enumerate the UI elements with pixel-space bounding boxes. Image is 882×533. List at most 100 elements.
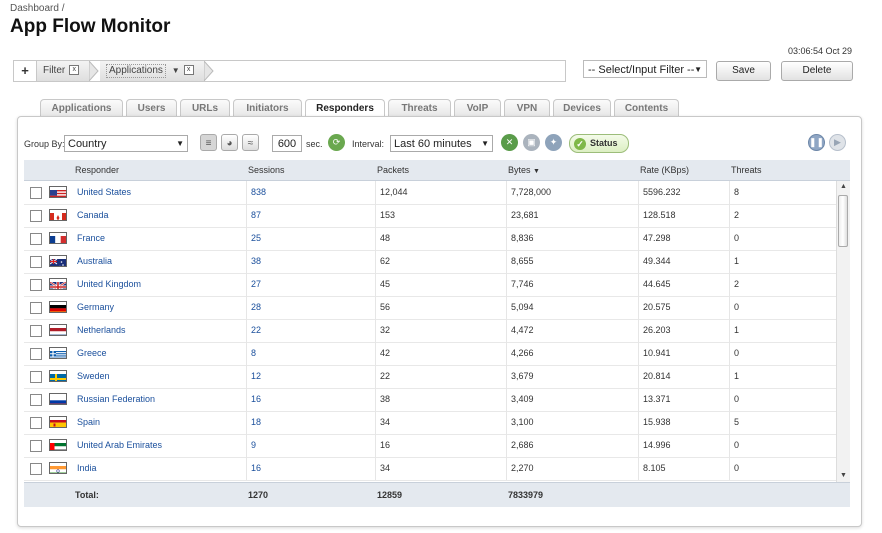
- table-row[interactable]: Russian Federation 16 38 3,409 13.371 0: [24, 388, 836, 412]
- list-view-icon[interactable]: ≡: [200, 134, 217, 151]
- sessions-link[interactable]: 838: [246, 181, 266, 204]
- tab-contents[interactable]: Contents: [614, 99, 679, 117]
- row-checkbox[interactable]: [30, 256, 42, 268]
- pie-chart-icon[interactable]: ◕: [221, 134, 238, 151]
- row-checkbox[interactable]: [30, 325, 42, 337]
- bytes-value: 7,746: [506, 273, 534, 296]
- column-header-bytes[interactable]: Bytes ▼: [508, 160, 540, 182]
- tab-threats[interactable]: Threats: [388, 99, 451, 117]
- column-header-packets[interactable]: Packets: [377, 160, 409, 180]
- responder-link[interactable]: Russian Federation: [77, 388, 155, 411]
- sessions-link[interactable]: 8: [246, 342, 256, 365]
- responder-link[interactable]: India: [77, 457, 97, 480]
- column-header-rate[interactable]: Rate (KBps): [640, 160, 689, 180]
- table-row[interactable]: United Kingdom 27 45 7,746 44.645 2: [24, 273, 836, 297]
- export-excel-icon[interactable]: ✕: [501, 134, 518, 151]
- sessions-link[interactable]: 16: [246, 388, 261, 411]
- scroll-up-icon[interactable]: ▲: [837, 181, 850, 193]
- tab-devices[interactable]: Devices: [553, 99, 611, 117]
- row-checkbox[interactable]: [30, 371, 42, 383]
- status-button[interactable]: ✓ Status: [569, 134, 629, 153]
- table-row[interactable]: India 16 34 2,270 8.105 0: [24, 457, 836, 481]
- add-filter-button[interactable]: +: [14, 61, 37, 81]
- sessions-link[interactable]: 87: [246, 204, 261, 227]
- scroll-thumb[interactable]: [838, 195, 848, 247]
- tab-voip[interactable]: VoIP: [454, 99, 501, 117]
- bytes-value: 2,270: [506, 457, 534, 480]
- responder-link[interactable]: France: [77, 227, 105, 250]
- sessions-link[interactable]: 27: [246, 273, 261, 296]
- responder-link[interactable]: Greece: [77, 342, 107, 365]
- filter-segment[interactable]: Filter x: [37, 61, 89, 81]
- responder-link[interactable]: Australia: [77, 250, 112, 273]
- flag-gb-icon: [49, 278, 67, 290]
- responder-link[interactable]: Sweden: [77, 365, 110, 388]
- tab-urls[interactable]: URLs: [180, 99, 230, 117]
- sessions-link[interactable]: 25: [246, 227, 261, 250]
- applications-filter-segment[interactable]: Applications ▼ x: [100, 61, 204, 81]
- tab-vpn[interactable]: VPN: [504, 99, 550, 117]
- sessions-link[interactable]: 22: [246, 319, 261, 342]
- sessions-link[interactable]: 12: [246, 365, 261, 388]
- print-icon[interactable]: ▣: [523, 134, 540, 151]
- sessions-link[interactable]: 38: [246, 250, 261, 273]
- refresh-interval-input[interactable]: 600: [272, 135, 302, 152]
- close-icon[interactable]: x: [183, 65, 194, 76]
- play-icon[interactable]: ▶: [829, 134, 846, 151]
- table-row[interactable]: United States 838 12,044 7,728,000 5596.232 8: [24, 181, 836, 205]
- line-chart-icon[interactable]: ≈: [242, 134, 259, 151]
- responder-link[interactable]: Netherlands: [77, 319, 126, 342]
- group-by-dropdown[interactable]: Country ▼: [64, 135, 188, 152]
- vertical-scrollbar[interactable]: ▲ ▼: [836, 181, 850, 482]
- row-checkbox[interactable]: [30, 279, 42, 291]
- row-checkbox[interactable]: [30, 394, 42, 406]
- tab-users[interactable]: Users: [126, 99, 177, 117]
- tab-applications[interactable]: Applications: [40, 99, 123, 117]
- table-row[interactable]: Netherlands 22 32 4,472 26.203 1: [24, 319, 836, 343]
- column-header-sessions[interactable]: Sessions: [248, 160, 285, 180]
- table-row[interactable]: Canada 87 153 23,681 128.518 2: [24, 204, 836, 228]
- table-row[interactable]: Sweden 12 22 3,679 20.814 1: [24, 365, 836, 389]
- refresh-icon[interactable]: ⟳: [328, 134, 345, 151]
- delete-button[interactable]: Delete: [781, 61, 853, 81]
- table-row[interactable]: Germany 28 56 5,094 20.575 0: [24, 296, 836, 320]
- table-row[interactable]: Greece 8 42 4,266 10.941 0: [24, 342, 836, 366]
- column-header-responder[interactable]: Responder: [75, 160, 119, 180]
- row-checkbox[interactable]: [30, 210, 42, 222]
- chevron-down-icon[interactable]: ▼: [172, 66, 180, 75]
- settings-icon[interactable]: ✦: [545, 134, 562, 151]
- sessions-link[interactable]: 18: [246, 411, 261, 434]
- row-checkbox[interactable]: [30, 233, 42, 245]
- responder-link[interactable]: Germany: [77, 296, 114, 319]
- column-header-threats[interactable]: Threats: [731, 160, 762, 180]
- row-checkbox[interactable]: [30, 463, 42, 475]
- applications-dropdown[interactable]: Applications: [106, 64, 166, 78]
- row-checkbox[interactable]: [30, 302, 42, 314]
- scroll-down-icon[interactable]: ▼: [837, 470, 850, 482]
- responder-link[interactable]: United Arab Emirates: [77, 434, 162, 457]
- table-row[interactable]: Spain 18 34 3,100 15.938 5: [24, 411, 836, 435]
- packets-value: 42: [375, 342, 390, 365]
- table-row[interactable]: France 25 48 8,836 47.298 0: [24, 227, 836, 251]
- row-checkbox[interactable]: [30, 440, 42, 452]
- row-checkbox[interactable]: [30, 417, 42, 429]
- row-checkbox[interactable]: [30, 187, 42, 199]
- responder-link[interactable]: Spain: [77, 411, 100, 434]
- breadcrumb[interactable]: Dashboard /: [10, 3, 64, 14]
- select-filter-dropdown[interactable]: -- Select/Input Filter -- ▼: [583, 60, 707, 78]
- flag-ru-icon: [49, 393, 67, 405]
- table-row[interactable]: United Arab Emirates 9 16 2,686 14.996 0: [24, 434, 836, 458]
- table-row[interactable]: Australia 38 62 8,655 49.344 1: [24, 250, 836, 274]
- tab-initiators[interactable]: Initiators: [233, 99, 302, 117]
- responder-link[interactable]: United States: [77, 181, 131, 204]
- sessions-link[interactable]: 9: [246, 434, 256, 457]
- responder-link[interactable]: Canada: [77, 204, 109, 227]
- sessions-link[interactable]: 16: [246, 457, 261, 480]
- save-button[interactable]: Save: [716, 61, 771, 81]
- responder-link[interactable]: United Kingdom: [77, 273, 141, 296]
- sessions-link[interactable]: 28: [246, 296, 261, 319]
- row-checkbox[interactable]: [30, 348, 42, 360]
- pause-icon[interactable]: ❚❚: [808, 134, 825, 151]
- interval-dropdown[interactable]: Last 60 minutes ▼: [390, 135, 493, 152]
- close-icon[interactable]: x: [69, 65, 80, 76]
